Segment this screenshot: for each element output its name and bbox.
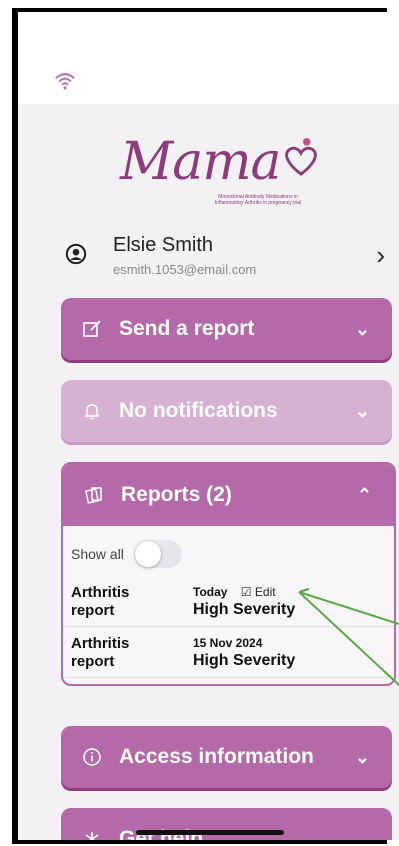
chevron-down-icon: ⌄ bbox=[354, 400, 370, 421]
send-report-card[interactable]: Send a report ⌄ bbox=[61, 298, 392, 360]
show-all-label: Show all bbox=[71, 546, 124, 562]
report-name-line2: report bbox=[71, 653, 115, 670]
show-all-row: Show all bbox=[63, 526, 394, 576]
app-screen: Mama Monoclonal Antibody Medications in … bbox=[18, 12, 399, 840]
wifi-icon bbox=[55, 73, 75, 90]
chevron-right-icon: › bbox=[376, 240, 385, 270]
edit-icon bbox=[81, 318, 103, 340]
reports-header[interactable]: Reports (2) ⌃ bbox=[63, 464, 394, 526]
edit-label: Edit bbox=[254, 585, 276, 599]
logo-word: Mama bbox=[120, 132, 282, 192]
report-severity: High Severity bbox=[193, 652, 296, 669]
notifications-card[interactable]: No notifications ⌄ bbox=[61, 380, 392, 442]
reports-card: Reports (2) ⌃ Show all Arthritis report … bbox=[61, 462, 396, 686]
access-information-card[interactable]: Access information ⌄ bbox=[61, 726, 392, 788]
user-avatar-icon bbox=[65, 243, 87, 265]
report-name: Arthritis report bbox=[71, 635, 193, 671]
report-row[interactable]: Arthritis report Today ☑ Edit High Sever… bbox=[63, 576, 394, 627]
report-name-line1: Arthritis bbox=[71, 584, 130, 601]
report-severity: High Severity bbox=[193, 601, 296, 618]
report-date: 15 Nov 2024 bbox=[193, 636, 263, 650]
edit-small-icon: ☑ bbox=[240, 585, 252, 599]
send-report-label: Send a report bbox=[119, 317, 255, 340]
report-name: Arthritis report bbox=[71, 584, 193, 620]
mama-logo: Mama Monoclonal Antibody Medications in … bbox=[120, 132, 320, 212]
chevron-down-icon: ⌄ bbox=[354, 318, 370, 339]
report-date: Today ☑ Edit bbox=[193, 584, 386, 600]
user-email: esmith.1053@email.com bbox=[113, 262, 257, 277]
report-details: 15 Nov 2024 High Severity bbox=[193, 635, 386, 671]
logo-subtitle: Monoclonal Antibody Medications in Infla… bbox=[214, 194, 302, 206]
chevron-down-icon: ⌄ bbox=[354, 828, 370, 841]
documents-icon bbox=[83, 484, 105, 506]
report-name-line1: Arthritis bbox=[71, 635, 130, 652]
user-name: Elsie Smith bbox=[113, 234, 214, 256]
user-profile-row[interactable]: Elsie Smith esmith.1053@email.com › bbox=[65, 232, 385, 284]
asterisk-icon bbox=[81, 828, 103, 840]
reports-label: Reports (2) bbox=[121, 483, 232, 506]
home-indicator bbox=[136, 830, 284, 835]
heart-logo-icon bbox=[285, 138, 317, 176]
info-icon bbox=[81, 746, 103, 768]
bell-icon bbox=[81, 400, 103, 422]
report-name-line2: report bbox=[71, 602, 115, 619]
report-date-text: Today bbox=[193, 585, 228, 599]
report-row[interactable]: Arthritis report 15 Nov 2024 High Severi… bbox=[63, 627, 394, 678]
notifications-label: No notifications bbox=[119, 399, 278, 422]
access-information-label: Access information bbox=[119, 745, 314, 768]
chevron-down-icon: ⌄ bbox=[354, 746, 370, 767]
status-bar bbox=[18, 12, 399, 104]
toggle-knob bbox=[134, 541, 161, 567]
get-help-card[interactable]: Get help ⌄ bbox=[61, 808, 392, 840]
edit-report-button[interactable]: ☑ Edit bbox=[241, 585, 276, 599]
report-details: Today ☑ Edit High Severity bbox=[193, 584, 386, 620]
chevron-up-icon: ⌃ bbox=[356, 484, 372, 505]
show-all-toggle[interactable] bbox=[133, 540, 182, 568]
